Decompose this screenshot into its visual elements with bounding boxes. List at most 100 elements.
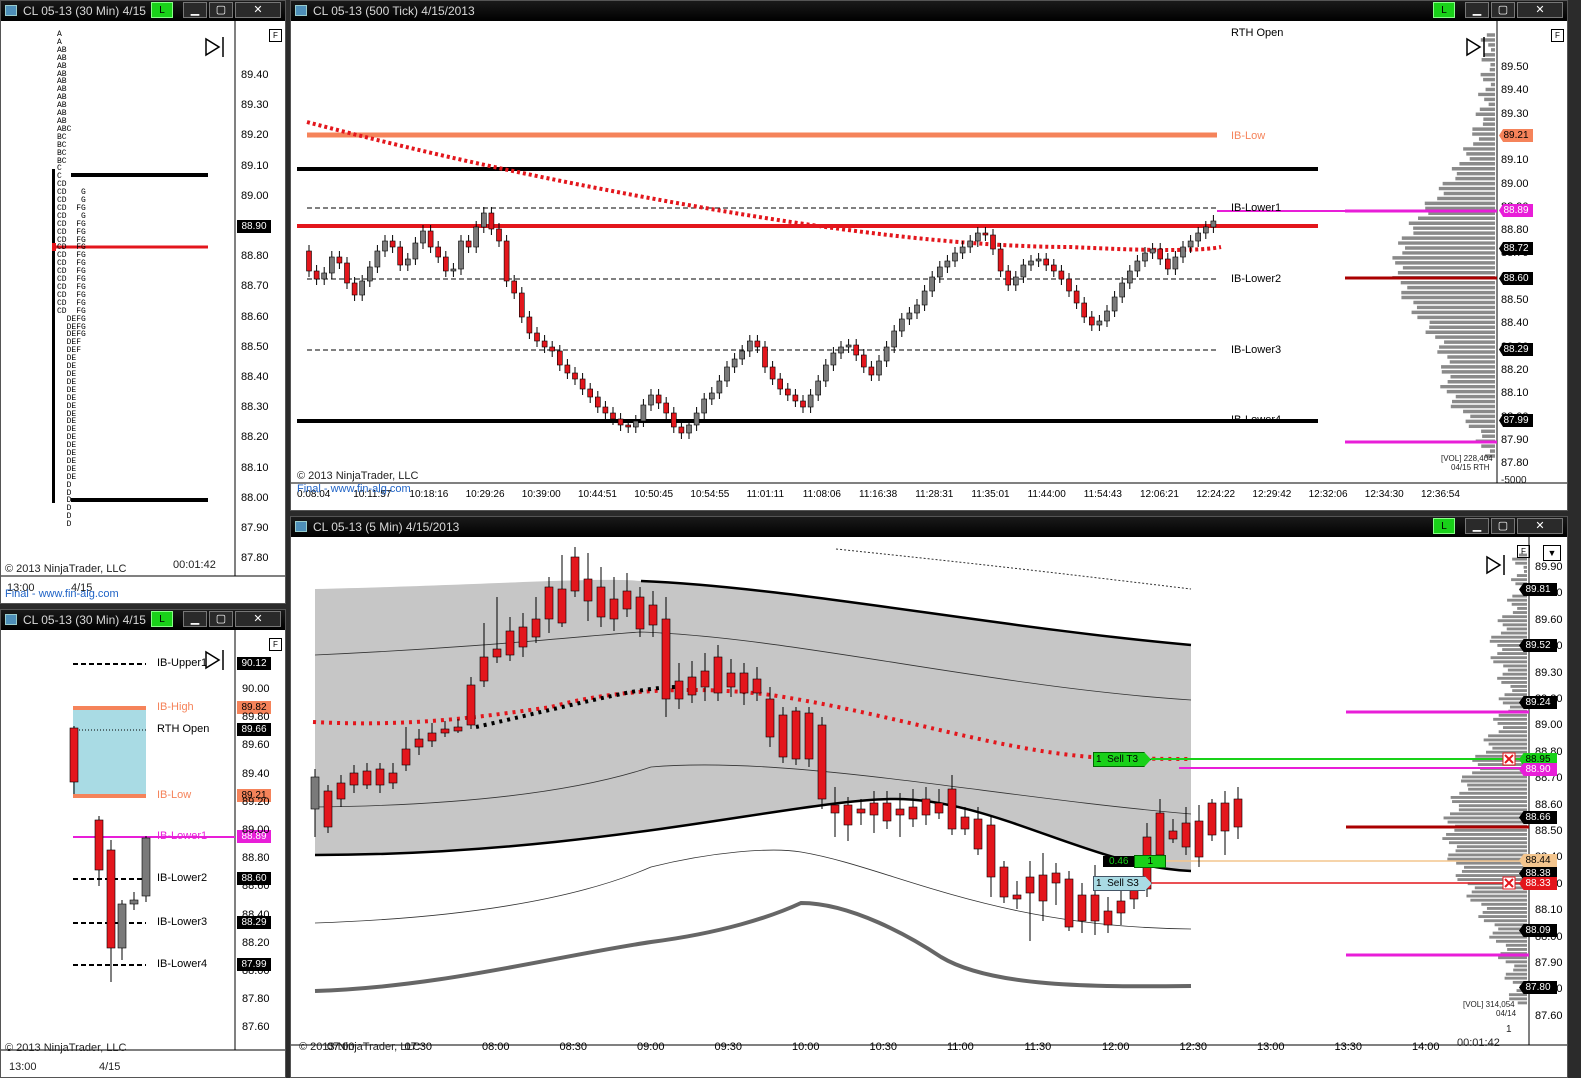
y-tick-label: 89.40 [1501, 84, 1529, 97]
candle-body [336, 782, 346, 800]
candle-body [986, 824, 996, 878]
window-title: CL 05-13 (30 Min) 4/15 [23, 4, 146, 18]
candle-body [952, 252, 958, 262]
x-tick-label: 10:54:55 [690, 489, 730, 500]
candle-body [519, 292, 525, 318]
candle-body [1134, 260, 1141, 272]
maximize-button[interactable]: ▢ [209, 611, 233, 627]
tpo-chart[interactable]: A A AB AB AB AB AB AB AB AB AB AB ABC BC… [1, 21, 285, 603]
y-tick-label: 88.00 [241, 491, 269, 504]
candle-body [883, 346, 890, 362]
window-titlebar[interactable]: CL 05-13 (30 Min) 4/15 L ▁ ▢ ✕ [1, 610, 285, 630]
y-tick-label: 89.20 [242, 795, 270, 808]
candle-body [479, 656, 489, 682]
position-pnl[interactable]: 0.46 1 [1103, 855, 1167, 868]
y-tick-label: 89.20 [241, 129, 269, 142]
minimize-button[interactable]: ▁ [1465, 518, 1489, 534]
candle-body [450, 268, 457, 272]
close-button[interactable]: ✕ [235, 611, 281, 627]
y-tick-label: 88.60 [242, 880, 270, 893]
maximize-button[interactable]: ▢ [209, 2, 233, 18]
y-tick-label: 88.50 [1501, 294, 1529, 306]
f-button[interactable]: F [269, 29, 282, 42]
candle-body [632, 420, 639, 428]
maximize-button[interactable]: ▢ [1491, 2, 1515, 18]
chevron-down-icon[interactable]: ▼ [1543, 545, 1561, 561]
5min-chart[interactable]: F ▼ 1 Sell T3 1 Sell S3 0.461 89.9089.70… [291, 537, 1567, 1077]
minimize-button[interactable]: ▁ [183, 611, 207, 627]
candle-body [488, 212, 495, 230]
x-tick-label: 13:30 [1334, 1041, 1363, 1053]
candle-body [374, 250, 381, 268]
link-button[interactable]: L [151, 2, 173, 18]
sell-s3-order[interactable]: 1 Sell S3 [1093, 876, 1152, 891]
candle-body [511, 280, 517, 294]
footer-link[interactable]: Final - www.fin-alg.com [5, 588, 119, 600]
candle-body [853, 344, 860, 356]
price-marker: 88.44 [1519, 854, 1557, 867]
sell-t3-order[interactable]: 1 Sell T3 [1093, 752, 1152, 767]
candle-body [94, 819, 104, 871]
candle-body [973, 818, 983, 850]
close-button[interactable]: ✕ [235, 2, 281, 18]
ib-chart[interactable]: F IB-Upper1 90.12 IB-High 89.82 RTH Open 89.6… [1, 630, 285, 1077]
candle-body [1051, 872, 1061, 884]
candle-body [1088, 316, 1095, 326]
ib-levels-window: CL 05-13 (30 Min) 4/15 L ▁ ▢ ✕ F IB-Uppe… [0, 609, 286, 1078]
candle-body [817, 724, 827, 800]
link-button[interactable]: L [1433, 2, 1455, 18]
candle-body [570, 556, 580, 592]
level-label: IB-Lower4 [157, 958, 208, 970]
tpo-chart-window: CL 05-13 (30 Min) 4/15 L ▁ ▢ ✕ A A AB AB… [0, 0, 286, 604]
y-tick-label: 88.10 [1535, 904, 1563, 917]
candle-body [1025, 876, 1035, 894]
close-button[interactable]: ✕ [1517, 2, 1563, 18]
link-button[interactable]: L [151, 611, 173, 627]
y-tick-label: 88.30 [241, 401, 269, 414]
window-titlebar[interactable]: CL 05-13 (500 Tick) 4/15/2013 L ▁ ▢ ✕ [291, 1, 1567, 21]
close-button[interactable]: ✕ [1517, 518, 1563, 534]
y-tick-label: 87.80 [241, 552, 269, 565]
y-tick-label: 89.10 [241, 159, 269, 172]
candle-body [435, 246, 441, 258]
candle-body [830, 804, 840, 814]
minimize-button[interactable]: ▁ [1465, 2, 1489, 18]
candle-body [687, 676, 697, 696]
volume-sub: 04/15 RTH [1451, 463, 1490, 472]
price-marker: 87.80 [1519, 981, 1557, 994]
tick-chart[interactable]: F RTH Open IB-Low IB-Lower1 IB-Lower2 IB-Low… [291, 21, 1567, 510]
candle-body [921, 290, 928, 306]
maximize-button[interactable]: ▢ [1491, 518, 1515, 534]
candle-body [1077, 894, 1087, 922]
x-tick-label: 11:30 [1024, 1041, 1052, 1053]
candle-body [1126, 270, 1133, 284]
candle-body [726, 672, 736, 688]
candle-body [999, 866, 1009, 898]
f-button[interactable]: F [269, 638, 282, 651]
candle-body [648, 604, 658, 626]
y-tick-label: 89.00 [1535, 719, 1563, 732]
f-button[interactable]: F [1551, 29, 1564, 42]
candle-body [752, 678, 762, 694]
candle-body [1116, 900, 1126, 914]
candle-body [466, 684, 476, 726]
x-tick-label: 10:18:16 [409, 489, 449, 500]
link-button[interactable]: L [1433, 518, 1455, 534]
footer-link[interactable]: Final - www.fin-alg.com [297, 483, 411, 495]
candle-body [1195, 232, 1202, 242]
candle-body [906, 312, 913, 320]
f-button[interactable]: F [1517, 545, 1530, 558]
candle-body [1194, 820, 1204, 858]
pnl-value: 0.46 [1103, 856, 1135, 867]
candle-body [822, 364, 829, 382]
cancel-order-icon[interactable] [1502, 876, 1516, 890]
level-label: RTH Open [1231, 27, 1284, 39]
window-titlebar[interactable]: CL 05-13 (30 Min) 4/15 L ▁ ▢ ✕ [1, 1, 285, 21]
window-titlebar[interactable]: CL 05-13 (5 Min) 4/15/2013 L ▁ ▢ ✕ [291, 517, 1567, 537]
cancel-order-icon[interactable] [1502, 752, 1516, 766]
candle-body [708, 392, 715, 400]
candle-body [713, 656, 723, 694]
minimize-button[interactable]: ▁ [183, 2, 207, 18]
y-tick-label: 88.40 [1501, 317, 1529, 330]
y-tick-label: 88.00 [242, 965, 270, 977]
